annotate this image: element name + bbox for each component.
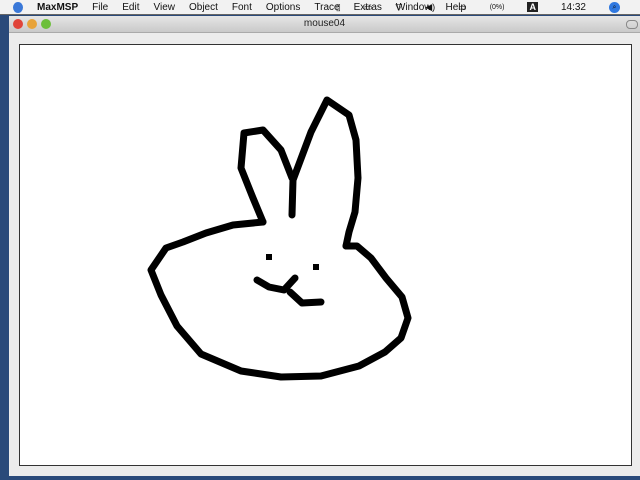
menu-bar: MaxMSP File Edit View Object Font Option… [0, 0, 640, 15]
title-bar[interactable]: mouse04 [9, 16, 640, 33]
clock[interactable]: 14:32 [561, 2, 586, 13]
menu-font[interactable]: Font [232, 2, 252, 13]
menu-edit[interactable]: Edit [122, 2, 139, 13]
menu-object[interactable]: Object [189, 2, 218, 13]
zoom-button[interactable] [41, 19, 51, 29]
left-ear-stroke [237, 126, 296, 226]
window-title: mouse04 [303, 18, 346, 29]
minimize-button[interactable] [27, 19, 37, 29]
apple-menu-icon[interactable] [13, 1, 23, 13]
spotlight-icon[interactable]: ⌕ [609, 1, 620, 13]
menu-maxmsp[interactable]: MaxMSP [37, 2, 78, 13]
battery-percent: (0%) [489, 3, 505, 11]
body-stroke [147, 218, 412, 381]
left-eye [266, 254, 272, 260]
mouth-stroke [253, 274, 325, 307]
right-ear-stroke [288, 96, 362, 250]
right-eye [313, 264, 319, 270]
menu-options[interactable]: Options [266, 2, 300, 13]
toolbar-toggle-button[interactable] [626, 20, 638, 29]
drawing-canvas[interactable] [19, 44, 632, 466]
volume-icon[interactable]: ◀) [425, 2, 435, 13]
display-icon[interactable]: ▭ [364, 2, 373, 13]
bunny-drawing [147, 96, 412, 381]
wifi-icon[interactable]: ▽ [395, 2, 402, 13]
menu-file[interactable]: File [92, 2, 108, 13]
close-button[interactable] [13, 19, 23, 29]
input-menu[interactable]: A [527, 2, 538, 12]
battery-icon[interactable]: ▭ [458, 2, 467, 13]
script-icon[interactable]: ▯ [336, 2, 341, 13]
menu-view[interactable]: View [153, 2, 175, 13]
patcher-window: mouse04 [9, 16, 640, 476]
